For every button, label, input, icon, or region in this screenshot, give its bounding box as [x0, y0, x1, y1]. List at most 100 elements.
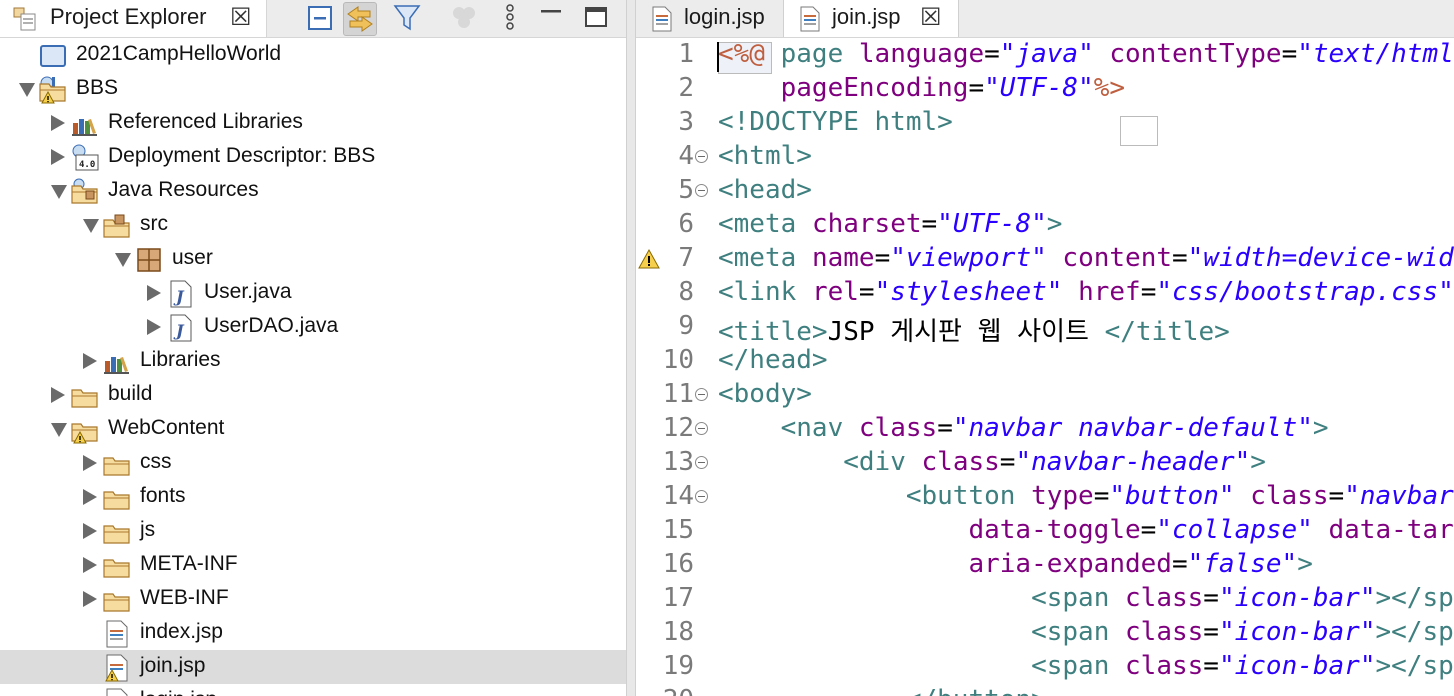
project-explorer-header: Project Explorer ☒	[0, 0, 626, 38]
code-line[interactable]: 3 <!DOCTYPE html>	[636, 106, 1454, 140]
code-line[interactable]: 12 <nav class="navbar navbar-default">	[636, 412, 1454, 446]
expand-arrow-icon[interactable]	[83, 591, 97, 607]
fold-toggle-icon[interactable]	[695, 456, 708, 469]
expand-arrow-icon[interactable]	[147, 285, 161, 301]
deployment-descriptor-icon: 4.0	[70, 143, 100, 171]
tree-item[interactable]: Referenced Libraries	[0, 106, 626, 140]
expand-arrow-icon[interactable]	[147, 319, 161, 335]
tree-item[interactable]: src	[0, 208, 626, 242]
code-line[interactable]: 6 <meta charset="UTF-8">	[636, 208, 1454, 242]
collapse-arrow-icon[interactable]	[51, 423, 67, 437]
code-line[interactable]: 8 <link rel="stylesheet" href="css/bootst…	[636, 276, 1454, 310]
view-menu-icon[interactable]	[494, 2, 526, 34]
tree-item[interactable]: WEB-INF	[0, 582, 626, 616]
collapse-arrow-icon[interactable]	[83, 219, 99, 233]
code-token: "button"	[1109, 481, 1235, 511]
expand-arrow-icon[interactable]	[83, 455, 97, 471]
tree-item[interactable]: Libraries	[0, 344, 626, 378]
tree-item[interactable]: J User.java	[0, 276, 626, 310]
code-line[interactable]: 17 <span class="icon-bar"></span>	[636, 582, 1454, 616]
code-token: =	[1281, 39, 1298, 69]
code-line[interactable]: 18 <span class="icon-bar"></span>	[636, 616, 1454, 650]
code-token: data-toggle	[968, 515, 1141, 545]
code-line[interactable]: 13 <div class="navbar-header">	[636, 446, 1454, 480]
code-line[interactable]: 10 </head>	[636, 344, 1454, 378]
view-sash[interactable]	[626, 0, 636, 696]
code-line[interactable]: 11 <body>	[636, 378, 1454, 412]
code-text: <html>	[718, 141, 812, 171]
code-line[interactable]: 15 data-toggle="collapse" data-target	[636, 514, 1454, 548]
code-token: JSP 게시판 웹 사이트	[827, 317, 1105, 347]
expand-arrow-icon[interactable]	[83, 557, 97, 573]
code-line[interactable]: 2 pageEncoding="UTF-8"%>	[636, 72, 1454, 106]
link-with-editor-icon[interactable]	[343, 2, 377, 36]
jsp-editor: login.jsp join.jsp ☒ 1 <%@ page language=…	[636, 0, 1454, 696]
tree-item[interactable]: index.jsp	[0, 616, 626, 650]
minimize-icon[interactable]	[535, 2, 567, 34]
code-token: class	[1250, 481, 1329, 511]
collapse-arrow-icon[interactable]	[115, 253, 131, 267]
code-line[interactable]: 16 aria-expanded="false">	[636, 548, 1454, 582]
project-explorer-tab[interactable]: Project Explorer ☒	[0, 0, 267, 37]
collapse-arrow-icon[interactable]	[19, 83, 35, 97]
expand-arrow-icon[interactable]	[83, 353, 97, 369]
tree-item[interactable]: WebContent	[0, 412, 626, 446]
fold-toggle-icon[interactable]	[695, 490, 708, 503]
code-text: <%@ page language="java" contentType="te…	[718, 39, 1454, 69]
tree-item[interactable]: META-INF	[0, 548, 626, 582]
jsp-file-icon	[798, 5, 822, 38]
maximize-icon[interactable]	[580, 2, 612, 34]
tree-item[interactable]: join.jsp	[0, 650, 626, 684]
code-token: =	[921, 209, 938, 239]
expand-arrow-icon[interactable]	[83, 489, 97, 505]
tree-item[interactable]: user	[0, 242, 626, 276]
close-icon[interactable]: ☒	[920, 3, 942, 32]
code-line[interactable]: 14 <button type="button" class="navbar-t…	[636, 480, 1454, 514]
tree-item[interactable]: J UserDAO.java	[0, 310, 626, 344]
tree-item[interactable]: build	[0, 378, 626, 412]
collapse-arrow-icon[interactable]	[51, 185, 67, 199]
warning-icon[interactable]	[638, 247, 660, 277]
tree-item[interactable]: login.jsp	[0, 684, 626, 696]
expand-arrow-icon[interactable]	[51, 149, 65, 165]
code-line[interactable]: 7 <meta name="viewport" content="width=de…	[636, 242, 1454, 276]
fold-toggle-icon[interactable]	[695, 184, 708, 197]
code-line[interactable]: 19 <span class="icon-bar"></span>	[636, 650, 1454, 684]
code-text: data-toggle="collapse" data-target	[718, 515, 1454, 545]
working-sets-icon[interactable]	[448, 2, 480, 34]
code-text: <!DOCTYPE html>	[718, 107, 953, 137]
close-icon[interactable]: ☒	[230, 3, 252, 32]
library-icon	[102, 347, 132, 375]
code-token: </head>	[718, 345, 828, 375]
tree-item[interactable]: css	[0, 446, 626, 480]
code-line[interactable]: 1 <%@ page language="java" contentType="t…	[636, 38, 1454, 72]
fold-toggle-icon[interactable]	[695, 388, 708, 401]
expand-arrow-icon[interactable]	[51, 387, 65, 403]
tab-login-jsp[interactable]: login.jsp	[636, 0, 782, 37]
tree-item[interactable]: js	[0, 514, 626, 548]
tree-item[interactable]: fonts	[0, 480, 626, 514]
filter-icon[interactable]	[391, 2, 423, 34]
tree-item[interactable]: BBS	[0, 72, 626, 106]
tree-item[interactable]: 4.0 Deployment Descriptor: BBS	[0, 140, 626, 174]
code-line[interactable]: 9 <title>JSP 게시판 웹 사이트 </title>	[636, 310, 1454, 347]
code-token: content	[1062, 243, 1172, 273]
tab-join-jsp[interactable]: join.jsp ☒	[783, 0, 959, 37]
collapse-all-icon[interactable]	[304, 2, 336, 34]
expand-arrow-icon[interactable]	[83, 523, 97, 539]
code-line[interactable]: 20 </button>	[636, 684, 1454, 696]
fold-toggle-icon[interactable]	[695, 422, 708, 435]
expand-arrow-icon[interactable]	[51, 115, 65, 131]
code-line[interactable]: 4 <html>	[636, 140, 1454, 174]
tree-item[interactable]: 2021CampHelloWorld	[0, 38, 626, 72]
tree-item[interactable]: Java Resources	[0, 174, 626, 208]
fold-toggle-icon[interactable]	[695, 150, 708, 163]
code-line[interactable]: 5 <head>	[636, 174, 1454, 208]
code-token: ></span>	[1375, 583, 1454, 613]
